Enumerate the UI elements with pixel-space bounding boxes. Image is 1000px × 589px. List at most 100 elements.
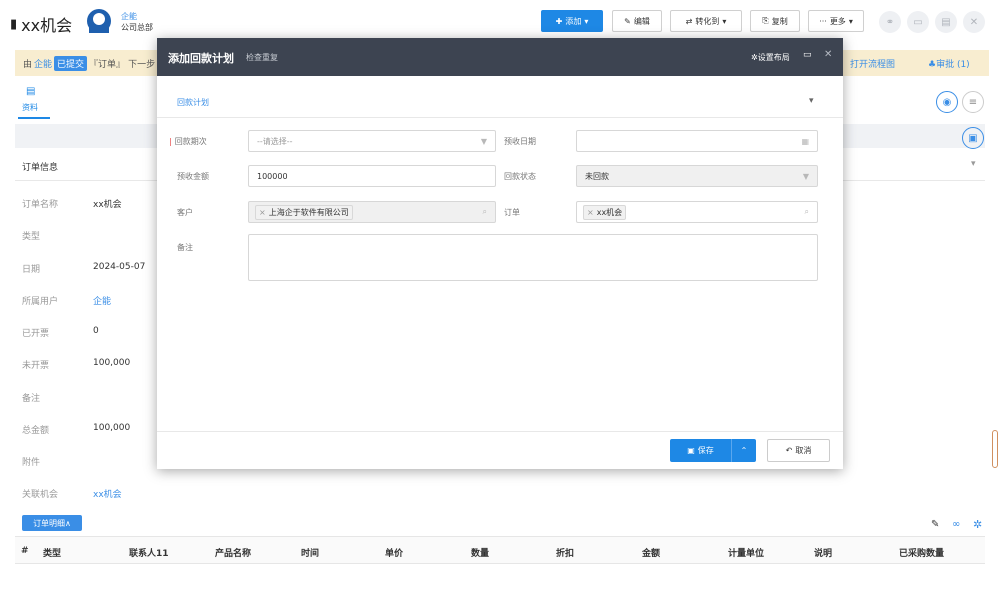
- caret-down-icon: ▾: [848, 16, 853, 26]
- column-header[interactable]: 类型: [43, 546, 61, 559]
- field-label: 订单名称: [22, 200, 59, 210]
- dialog-section-title: 回款计划: [177, 98, 209, 107]
- order-label: 订单: [504, 208, 520, 217]
- divider: [157, 117, 843, 118]
- required-marker: |: [169, 137, 172, 146]
- search-icon[interactable]: ⌕: [483, 207, 487, 217]
- remove-icon[interactable]: ×: [259, 208, 266, 217]
- add-payment-plan-dialog: 添加回款计划 检查重复 ✲设置布局 ▭ ✕ 回款计划 ▾ | 回款期次 --请选择…: [157, 38, 843, 469]
- notice-user[interactable]: 企能: [34, 57, 52, 70]
- eye-icon[interactable]: ◉: [936, 91, 958, 113]
- convert-icon: ⇄: [685, 16, 693, 26]
- order-detail-button[interactable]: 订单明细∧: [22, 515, 82, 531]
- document-icon: ▮: [10, 16, 18, 32]
- detail-grid-header: # 类型 联系人11 产品名称 时间 单价 数量 折扣 金额 计量单位 说明 已采购数量: [15, 536, 985, 564]
- cancel-button[interactable]: ↶ 取消: [767, 439, 830, 462]
- search-icon[interactable]: ⌕: [805, 207, 809, 217]
- chevron-up-icon[interactable]: ⌃: [732, 446, 756, 455]
- link-icon[interactable]: ∞: [952, 519, 960, 530]
- column-header[interactable]: #: [21, 546, 29, 556]
- field-value[interactable]: 企能: [93, 294, 111, 307]
- gear-icon: ✲: [751, 53, 758, 62]
- user-org: 公司总部: [121, 23, 153, 32]
- column-header[interactable]: 产品名称: [215, 546, 251, 559]
- field-value: 0: [93, 326, 99, 336]
- close-icon[interactable]: ✕: [963, 11, 985, 33]
- tab-indicator: [18, 117, 50, 119]
- pencil-icon[interactable]: ✎: [931, 519, 939, 530]
- user-name[interactable]: 企能: [121, 11, 153, 22]
- plus-icon: ✚: [555, 16, 563, 26]
- field-label: 未开票: [22, 361, 50, 371]
- column-header[interactable]: 联系人11: [129, 546, 169, 559]
- layout-settings-button[interactable]: ✲设置布局: [751, 52, 790, 63]
- save-button[interactable]: ▣ 保存 ⌃: [670, 439, 756, 462]
- caret-down-icon: ▾: [722, 16, 727, 26]
- field-label: 关联机会: [22, 490, 59, 500]
- dialog-title: 添加回款计划: [168, 52, 234, 65]
- save-icon: ▣: [687, 446, 695, 455]
- share-icon[interactable]: ⚭: [879, 11, 901, 33]
- filter-icon[interactable]: ≡: [962, 91, 984, 113]
- flow-chart-link[interactable]: 打开流程图: [850, 57, 895, 70]
- user-info: 企能 公司总部: [121, 11, 153, 33]
- more-button[interactable]: ··· 更多 ▾: [808, 10, 864, 32]
- note-icon[interactable]: ▤: [935, 11, 957, 33]
- column-header[interactable]: 说明: [814, 546, 832, 559]
- field-value: 100,000: [93, 423, 131, 433]
- status-select[interactable]: 未回款 ▼: [576, 165, 818, 187]
- remove-icon[interactable]: ×: [587, 208, 594, 217]
- field-value: xx机会: [93, 200, 122, 210]
- tab-info[interactable]: 资料: [22, 102, 38, 113]
- window-icon[interactable]: ▭: [907, 11, 929, 33]
- section-title: 订单信息: [22, 163, 59, 173]
- date-label: 预收日期: [504, 137, 536, 146]
- customer-field[interactable]: × 上海企于软件有限公司 ⌕: [248, 201, 496, 223]
- period-label: | 回款期次: [169, 137, 207, 146]
- dialog-header: 添加回款计划 检查重复 ✲设置布局 ▭ ✕: [157, 38, 843, 76]
- approve-link[interactable]: ♣审批 (1): [928, 57, 970, 70]
- add-button[interactable]: ✚ 添加 ▾: [541, 10, 603, 32]
- amount-input[interactable]: 100000: [248, 165, 496, 187]
- date-input[interactable]: ▦: [576, 130, 818, 152]
- column-header[interactable]: 折扣: [556, 546, 574, 559]
- chevron-down-icon[interactable]: ▾: [971, 159, 976, 169]
- image-icon[interactable]: ▣: [962, 127, 984, 149]
- column-header[interactable]: 时间: [301, 546, 319, 559]
- order-field[interactable]: × xx机会 ⌕: [576, 201, 818, 223]
- scroll-indicator[interactable]: [992, 430, 998, 468]
- column-header[interactable]: 已采购数量: [899, 546, 944, 559]
- edit-button[interactable]: ✎ 编辑: [612, 10, 662, 32]
- field-value: 100,000: [93, 358, 131, 368]
- convert-button[interactable]: ⇄ 转化到 ▾: [670, 10, 742, 32]
- remark-label: 备注: [177, 243, 193, 252]
- copy-button[interactable]: ⎘ 复制: [750, 10, 800, 32]
- divider: [157, 431, 843, 432]
- field-label: 日期: [22, 265, 41, 275]
- customer-chip: × 上海企于软件有限公司: [255, 204, 353, 220]
- period-select[interactable]: --请选择-- ▼: [248, 130, 496, 152]
- field-label: 已开票: [22, 329, 50, 339]
- maximize-icon[interactable]: ▭: [803, 50, 812, 60]
- dots-icon: ···: [819, 16, 827, 26]
- undo-icon: ↶: [785, 446, 793, 455]
- field-label: 附件: [22, 458, 41, 468]
- order-chip: × xx机会: [583, 204, 627, 220]
- caret-down-icon: ▼: [802, 171, 809, 181]
- doc-icon: ▤: [26, 86, 36, 97]
- column-header[interactable]: 单价: [385, 546, 403, 559]
- close-icon[interactable]: ✕: [824, 49, 832, 60]
- status-badge: 已提交: [54, 55, 88, 71]
- column-header[interactable]: 金额: [642, 546, 660, 559]
- chevron-down-icon[interactable]: ▾: [809, 96, 814, 106]
- gear-icon[interactable]: ✲: [973, 518, 982, 531]
- column-header[interactable]: 计量单位: [728, 546, 764, 559]
- copy-icon: ⎘: [762, 16, 769, 25]
- status-label: 回款状态: [504, 172, 536, 181]
- field-value[interactable]: xx机会: [93, 487, 122, 500]
- remark-textarea[interactable]: [248, 234, 818, 281]
- avatar[interactable]: [85, 9, 113, 33]
- field-label: 类型: [22, 232, 41, 242]
- check-duplicate-link[interactable]: 检查重复: [246, 52, 278, 63]
- column-header[interactable]: 数量: [471, 546, 489, 559]
